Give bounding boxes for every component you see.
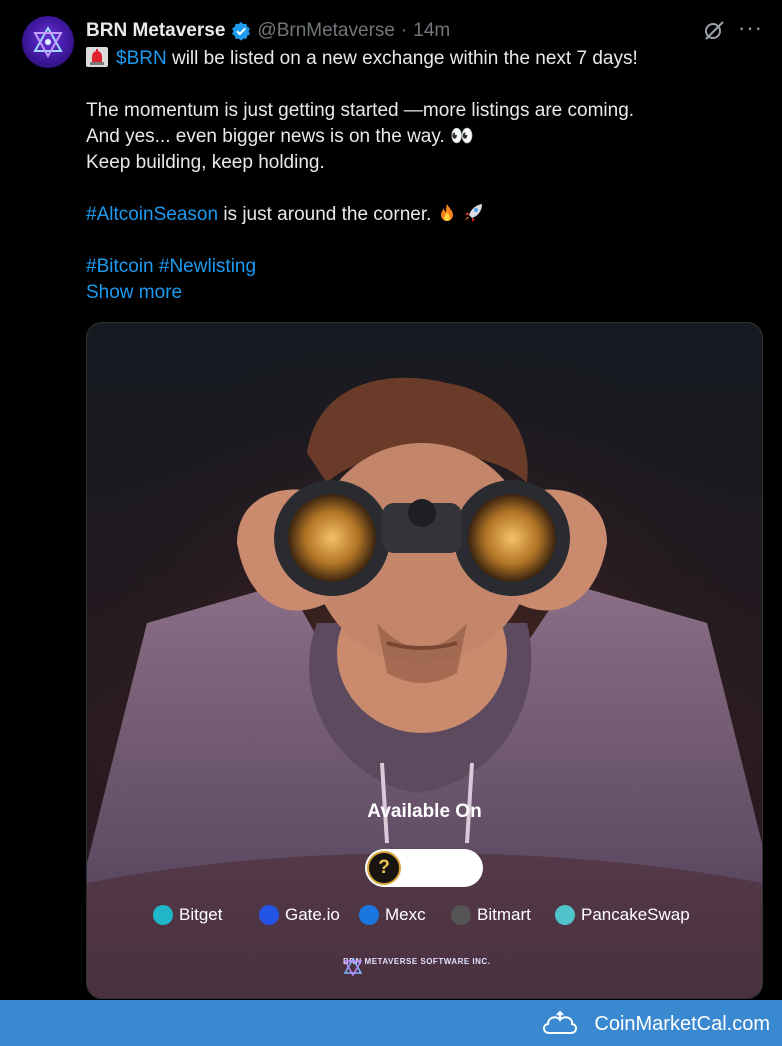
separator-dot: · — [400, 20, 408, 41]
exchange-list: Bitget Gate.io Mexc Bitmart PancakeSwap — [87, 905, 762, 933]
footer-text: BRN METAVERSE SOFTWARE INC. — [343, 957, 491, 966]
available-on-title: Available On — [367, 801, 482, 822]
brn-logo-icon — [343, 957, 363, 977]
cloud-coin-icon — [541, 1009, 579, 1042]
exchange-label: Gate.io — [285, 905, 340, 924]
tweet-line-1: $BRN will be listed on a new exchange wi… — [86, 46, 766, 72]
exchange-gateio: Gate.io — [259, 905, 340, 925]
mexc-icon — [359, 905, 379, 925]
tweet-line-4: Keep building, keep holding. — [86, 152, 325, 173]
watermark-bar: CoinMarketCal.com — [0, 1000, 782, 1046]
exchange-label: Bitget — [179, 905, 223, 924]
verified-badge-icon — [231, 21, 251, 41]
rocket-icon — [462, 204, 484, 225]
rotating-light-icon — [86, 47, 108, 67]
bitmart-icon — [451, 905, 471, 925]
binoculars-man-illustration — [87, 323, 762, 998]
hashtag-link[interactable]: #Newlisting — [159, 256, 256, 277]
tweet-header: BRN Metaverse @BrnMetaverse · 14m — [86, 18, 450, 44]
grok-icon[interactable] — [702, 18, 726, 47]
watermark-text: CoinMarketCal.com — [594, 1013, 770, 1035]
hashtag-link[interactable]: #AltcoinSeason — [86, 204, 218, 225]
show-more-link[interactable]: Show more — [86, 280, 766, 306]
exchange-label: Mexc — [385, 905, 426, 924]
exchange-bitmart: Bitmart — [451, 905, 531, 925]
eyes-icon: 👀 — [450, 126, 474, 147]
tweet-line-6: #Bitcoin #Newlisting — [86, 254, 766, 280]
hashtag-link[interactable]: #Bitcoin — [86, 256, 154, 277]
tweet-line-5: #AltcoinSeason is just around the corner… — [86, 202, 766, 228]
timestamp[interactable]: 14m — [413, 20, 450, 42]
brn-logo-icon — [33, 25, 63, 59]
bitget-icon — [153, 905, 173, 925]
more-options-icon[interactable]: ··· — [738, 17, 763, 39]
exchange-bitget: Bitget — [153, 905, 222, 925]
exchange-label: PancakeSwap — [581, 905, 690, 924]
tweet-body: $BRN will be listed on a new exchange wi… — [86, 46, 766, 306]
tweet-text: is just around the corner. — [218, 204, 437, 225]
gateio-icon — [259, 905, 279, 925]
avatar[interactable] — [22, 16, 74, 68]
fire-icon — [437, 204, 462, 225]
tweet-line-3: And yes... even bigger news is on the wa… — [86, 124, 766, 150]
exchange-label: Bitmart — [477, 905, 531, 924]
question-mark-badge: ? — [367, 851, 401, 885]
tweet-media-image[interactable]: Available On ? Bitget Gate.io Mexc Bitma… — [86, 322, 763, 999]
brn-footer-logo: BRN METAVERSE SOFTWARE INC. — [343, 957, 491, 977]
display-name[interactable]: BRN Metaverse — [86, 20, 225, 42]
ticker-link[interactable]: $BRN — [116, 48, 167, 69]
pancakeswap-icon — [555, 905, 575, 925]
tweet-card[interactable]: BRN Metaverse @BrnMetaverse · 14m ··· $B… — [0, 0, 782, 1000]
show-more-label[interactable]: Show more — [86, 282, 182, 303]
exchange-pancakeswap: PancakeSwap — [555, 905, 690, 925]
exchange-mexc: Mexc — [359, 905, 426, 925]
tweet-text: And yes... even bigger news is on the wa… — [86, 126, 451, 147]
tweet-line-2: The momentum is just getting started —mo… — [86, 100, 635, 121]
user-handle[interactable]: @BrnMetaverse — [257, 20, 395, 42]
tweet-text: will be listed on a new exchange within … — [166, 48, 638, 69]
